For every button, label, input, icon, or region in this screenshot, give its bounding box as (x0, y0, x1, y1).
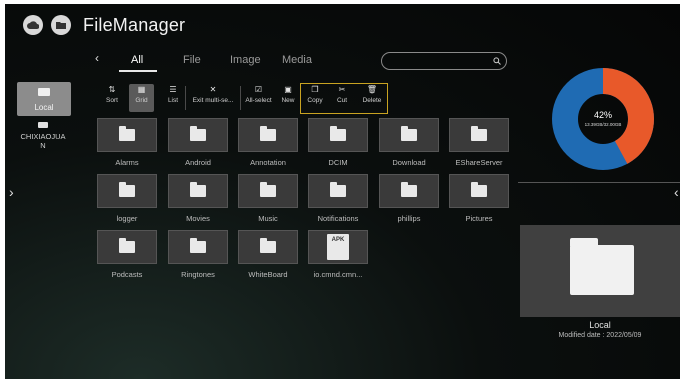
folder-icon (260, 126, 276, 141)
file-item-pictures[interactable]: Pictures (449, 174, 509, 223)
copy-button[interactable]: ❐ Copy (303, 84, 327, 112)
sort-button[interactable]: ⇅ Sort (102, 84, 122, 112)
checkbox-icon: ☑ (254, 85, 263, 94)
folder-app-button[interactable] (51, 15, 71, 35)
file-item-alarms[interactable]: Alarms (97, 118, 157, 167)
tab-image[interactable]: Image (230, 54, 261, 66)
folder-icon (190, 126, 206, 141)
folder-icon (260, 182, 276, 197)
all-select-button[interactable]: ☑ All-select (241, 84, 276, 112)
exit-multi-select-button[interactable]: ✕ Exit multi-se... (187, 84, 239, 112)
search-icon (493, 57, 501, 65)
folder-icon (119, 238, 135, 253)
sidebar-item-label: Local (34, 103, 54, 112)
storage-usage-chart: 42% 13.39GB/32.00GB (552, 68, 654, 170)
back-chevron-icon[interactable]: ‹ (95, 51, 99, 65)
active-tab-indicator (119, 70, 157, 72)
file-item-podcasts[interactable]: Podcasts (97, 230, 157, 279)
toolbar-divider (185, 86, 186, 110)
app-title: FileManager (83, 15, 186, 35)
folder-icon (330, 126, 346, 141)
folder-icon (401, 182, 417, 197)
sort-icon: ⇅ (108, 85, 116, 94)
folder-icon (190, 238, 206, 253)
copy-icon: ❐ (311, 85, 319, 94)
preview-modified-date: Modified date : 2022/05/09 (558, 332, 642, 339)
monitor-icon (38, 88, 50, 96)
sidebar-item-device[interactable]: CHIXIAOJUAN (19, 132, 67, 150)
apk-file-icon: APK (327, 234, 349, 260)
new-folder-icon: ▣ (284, 85, 292, 94)
file-item-eshareserver[interactable]: EShareServer (449, 118, 509, 167)
file-item-phillips[interactable]: phillips (379, 174, 439, 223)
sidebar-item-local[interactable]: Local (17, 82, 71, 116)
folder-icon (260, 238, 276, 253)
storage-percent: 42% (594, 110, 612, 120)
file-item-apk[interactable]: APK io.cmnd.cmn... (308, 230, 368, 279)
close-icon: ✕ (209, 85, 217, 94)
folder-icon (471, 126, 487, 141)
file-item-android[interactable]: Android (168, 118, 228, 167)
folder-icon (119, 126, 135, 141)
cloud-icon (27, 21, 39, 29)
grid-view-button[interactable]: ▦ Grid (129, 84, 154, 112)
file-item-music[interactable]: Music (238, 174, 298, 223)
storage-detail: 13.39GB/32.00GB (585, 122, 622, 127)
back-cloud-button[interactable] (23, 15, 43, 35)
file-item-whiteboard[interactable]: WhiteBoard (238, 230, 298, 279)
expand-left-icon[interactable]: › (9, 184, 14, 200)
list-icon: ☰ (169, 85, 177, 94)
folder-icon (119, 182, 135, 197)
tab-all[interactable]: All (131, 54, 143, 66)
preview-name: Local (589, 320, 611, 330)
file-item-ringtones[interactable]: Ringtones (168, 230, 228, 279)
file-item-annotation[interactable]: Annotation (238, 118, 298, 167)
delete-button[interactable]: 🗑 Delete (359, 84, 385, 112)
file-item-notifications[interactable]: Notifications (308, 174, 368, 223)
file-item-download[interactable]: Download (379, 118, 439, 167)
file-item-movies[interactable]: Movies (168, 174, 228, 223)
grid-icon: ▦ (137, 85, 146, 94)
file-item-logger[interactable]: logger (97, 174, 157, 223)
tab-media[interactable]: Media (282, 54, 312, 66)
folder-icon (471, 182, 487, 197)
panel-divider (518, 182, 680, 183)
scissors-icon: ✂ (338, 85, 346, 94)
collapse-right-icon[interactable]: ‹ (674, 184, 679, 200)
search-input[interactable] (381, 52, 507, 70)
list-view-button[interactable]: ☰ List (163, 84, 183, 112)
file-manager-screen: FileManager ‹ All File Image Media Local… (5, 4, 680, 379)
cut-button[interactable]: ✂ Cut (332, 84, 352, 112)
preview-folder-icon (570, 238, 634, 295)
file-item-dcim[interactable]: DCIM (308, 118, 368, 167)
trash-icon: 🗑 (366, 85, 378, 94)
folder-icon (190, 182, 206, 197)
folder-icon (56, 22, 66, 29)
folder-icon (401, 126, 417, 141)
new-folder-button[interactable]: ▣ New (278, 84, 298, 112)
usb-device-icon (38, 122, 48, 128)
folder-icon (330, 182, 346, 197)
tab-file[interactable]: File (183, 54, 201, 66)
